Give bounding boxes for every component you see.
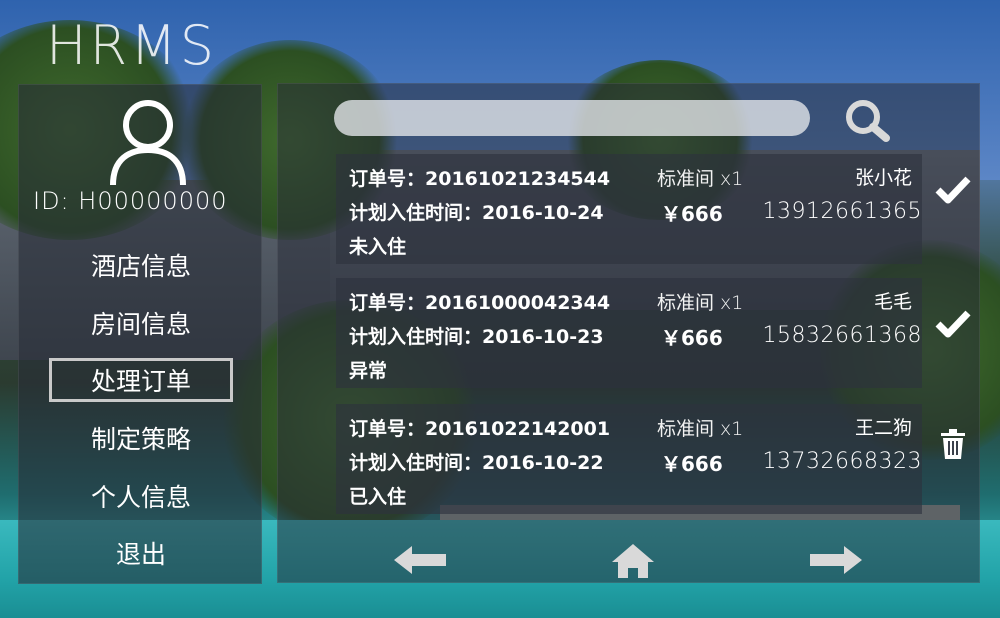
order-checkin-date: 计划入住时间：2016-10-22 xyxy=(349,452,604,474)
user-id: ID: H00000000 xyxy=(33,187,263,215)
arrow-left-icon[interactable] xyxy=(390,540,450,580)
order-status: 异常 xyxy=(349,360,388,382)
order-guest-phone: 15832661368 xyxy=(762,323,922,348)
search-icon[interactable] xyxy=(840,98,896,142)
order-guest-phone: 13912661365 xyxy=(762,199,922,224)
user-id-value: H00000000 xyxy=(78,187,228,215)
orders-panel: 订单号：20161021234544 计划入住时间：2016-10-24 未入住… xyxy=(277,83,980,583)
nav-logout[interactable]: 退出 xyxy=(49,531,233,575)
home-icon[interactable] xyxy=(608,540,658,580)
order-guest-name: 张小花 xyxy=(854,167,912,189)
nav-make-strategy[interactable]: 制定策略 xyxy=(49,416,233,460)
order-guest-name: 毛毛 xyxy=(873,291,912,313)
order-checkin-date: 计划入住时间：2016-10-24 xyxy=(349,202,604,224)
order-guest-phone: 13732668323 xyxy=(762,449,922,474)
nav-process-orders[interactable]: 处理订单 xyxy=(49,358,233,402)
order-number: 订单号：20161021234544 xyxy=(349,168,611,190)
user-id-label: ID: xyxy=(33,187,70,215)
order-status: 未入住 xyxy=(349,236,407,258)
app-title: HRMS xyxy=(46,14,217,77)
order-number: 订单号：20161000042344 xyxy=(349,292,611,314)
order-price: ￥666 xyxy=(661,202,723,226)
arrow-right-icon[interactable] xyxy=(806,540,866,580)
order-room-type: 标准间 x1 xyxy=(657,292,744,314)
search-input[interactable] xyxy=(334,100,810,136)
user-avatar-icon xyxy=(109,95,187,186)
order-room-type: 标准间 x1 xyxy=(657,418,744,440)
order-price: ￥666 xyxy=(661,452,723,476)
order-status: 已入住 xyxy=(349,486,407,508)
nav-room-info[interactable]: 房间信息 xyxy=(49,301,233,345)
trash-icon[interactable] xyxy=(933,424,973,464)
check-icon[interactable] xyxy=(933,170,973,210)
order-card[interactable]: 订单号：20161021234544 计划入住时间：2016-10-24 未入住… xyxy=(336,154,922,264)
order-card[interactable]: 订单号：20161022142001 计划入住时间：2016-10-22 已入住… xyxy=(336,404,922,514)
order-guest-name: 王二狗 xyxy=(854,417,912,439)
order-price: ￥666 xyxy=(661,326,723,350)
order-checkin-date: 计划入住时间：2016-10-23 xyxy=(349,326,604,348)
order-number: 订单号：20161022142001 xyxy=(349,418,611,440)
nav-personal-info[interactable]: 个人信息 xyxy=(49,474,233,518)
nav-hotel-info[interactable]: 酒店信息 xyxy=(49,243,233,287)
sidebar: ID: H00000000 酒店信息 房间信息 处理订单 制定策略 个人信息 退… xyxy=(18,84,262,584)
order-card[interactable]: 订单号：20161000042344 计划入住时间：2016-10-23 异常 … xyxy=(336,278,922,388)
order-room-type: 标准间 x1 xyxy=(657,168,744,190)
check-icon[interactable] xyxy=(933,304,973,344)
